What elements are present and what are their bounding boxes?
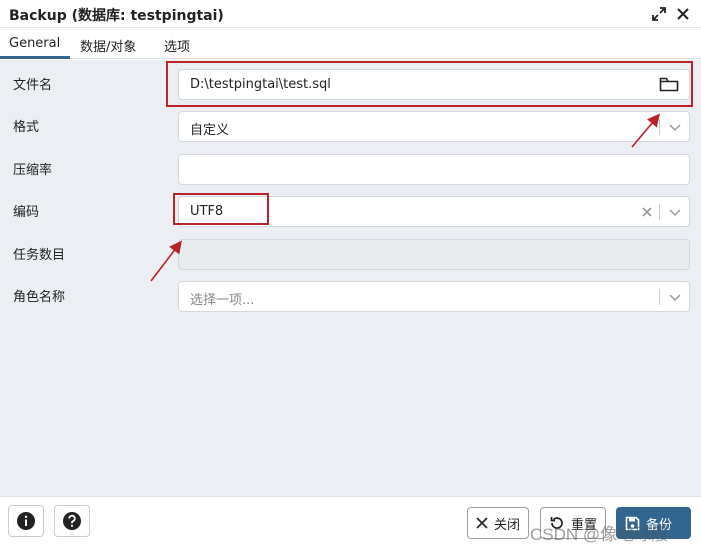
clear-icon[interactable]: [641, 206, 653, 218]
form-panel: 文件名 D:\testpingtai\test.sql 格式 自定义 压缩率 编…: [0, 60, 701, 496]
select-separator: [659, 289, 660, 305]
select-separator: [659, 204, 660, 220]
format-label: 格式: [13, 120, 40, 135]
compression-input[interactable]: [178, 154, 690, 185]
dialog-titlebar: Backup (数据库: testpingtai): [0, 0, 701, 28]
info-icon: [17, 512, 35, 530]
jobs-input[interactable]: [178, 239, 690, 270]
filename-label: 文件名: [13, 78, 53, 93]
watermark: CSDN @像地球般: [530, 525, 669, 544]
help-button[interactable]: [54, 505, 90, 537]
tab-data-objects[interactable]: 数据/对象: [80, 36, 136, 55]
tab-bar: General 数据/对象 选项: [0, 29, 701, 59]
active-tab-indicator: [0, 56, 70, 59]
close-icon: [476, 517, 488, 529]
role-label: 角色名称: [13, 290, 66, 305]
help-icon: [63, 512, 81, 530]
tab-general[interactable]: General: [9, 36, 60, 51]
close-button[interactable]: 关闭: [467, 507, 530, 539]
chevron-down-icon[interactable]: [667, 289, 683, 305]
role-select[interactable]: 选择一项...: [178, 281, 690, 312]
format-select[interactable]: 自定义: [178, 111, 690, 142]
close-icon: [677, 8, 689, 20]
compression-label: 压缩率: [13, 163, 53, 178]
filename-highlight-box: [166, 61, 693, 107]
role-placeholder: 选择一项...: [190, 293, 255, 308]
format-value: 自定义: [190, 123, 230, 138]
expand-button[interactable]: [649, 4, 669, 24]
dialog-title: Backup (数据库: testpingtai): [9, 8, 224, 24]
info-button[interactable]: [8, 505, 44, 537]
tab-options[interactable]: 选项: [164, 36, 190, 55]
close-window-button[interactable]: [673, 4, 693, 24]
expand-icon: [652, 7, 666, 21]
encoding-label: 编码: [13, 205, 40, 220]
chevron-down-icon[interactable]: [667, 204, 683, 220]
chevron-down-icon[interactable]: [667, 119, 683, 135]
encoding-highlight-box: [173, 193, 269, 225]
close-button-label: 关闭: [494, 517, 521, 533]
select-separator: [659, 119, 660, 135]
jobs-label: 任务数目: [13, 248, 66, 263]
